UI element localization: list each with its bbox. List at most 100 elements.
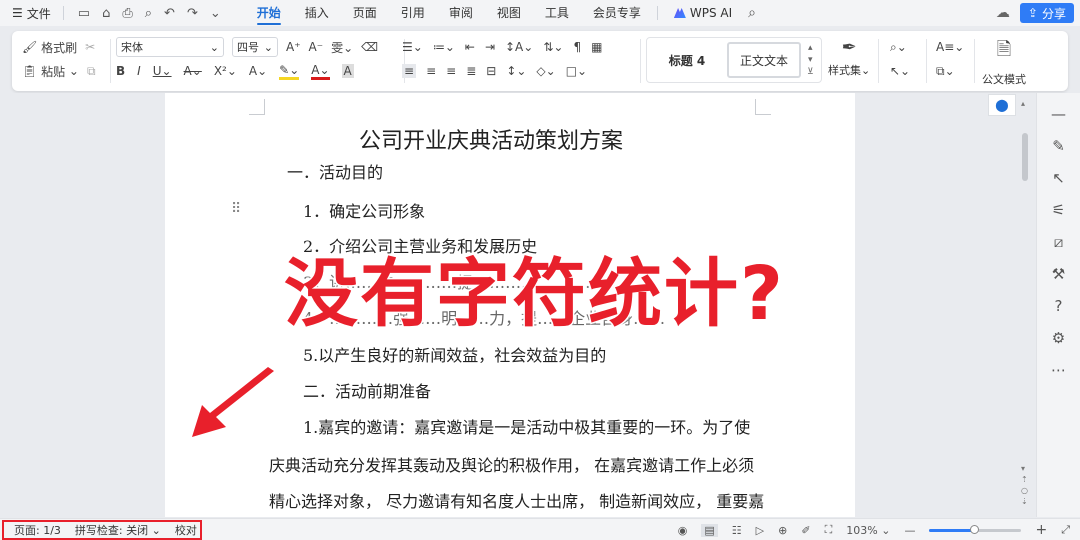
gallery-scroll[interactable]: ▴ ▾ ⊻ <box>807 42 814 78</box>
align-center-icon[interactable]: ≡ <box>426 64 436 78</box>
tab-view[interactable]: 视图 <box>485 0 533 26</box>
show-marks-icon[interactable]: ¶ <box>573 40 581 54</box>
official-mode-button[interactable]: 🗎︎ 公文模式 <box>982 37 1026 87</box>
minimize-icon[interactable]: — <box>1051 105 1066 123</box>
more-icon[interactable]: ⋯ <box>1051 361 1066 379</box>
bold-icon[interactable]: B <box>116 64 125 78</box>
style-set-button[interactable]: ✒ 样式集⌄ <box>828 37 870 78</box>
proofread-button[interactable]: 校对 <box>175 522 197 538</box>
format-painter-button[interactable]: 🖌︎ 格式刷 <box>22 39 77 56</box>
image-edit-icon[interactable]: ⧄ <box>1054 233 1064 251</box>
tools-icon[interactable]: ⚒ <box>1052 265 1065 283</box>
shading-icon[interactable]: ◇⌄ <box>536 64 555 78</box>
decrease-indent-icon[interactable]: ⇤ <box>465 40 475 54</box>
expand-gallery-icon[interactable]: ⊻ <box>807 66 814 78</box>
drag-handle-icon[interactable]: ⠿ <box>231 201 241 217</box>
borders-icon[interactable]: □⌄ <box>566 64 587 78</box>
chevron-down-icon[interactable]: ⌄ <box>210 6 221 21</box>
file-menu[interactable]: ☰ 文件 <box>0 5 59 22</box>
bullet-list-icon[interactable]: ☰⌄ <box>402 40 423 54</box>
distributed-icon[interactable]: ⊟ <box>486 64 496 78</box>
redo-icon[interactable]: ↷ <box>187 6 198 21</box>
eye-icon[interactable]: ◉ <box>678 524 688 537</box>
text-effect-icon[interactable]: A⌄ <box>249 64 267 78</box>
zoom-slider[interactable] <box>929 524 1022 534</box>
char-shading-icon[interactable]: A <box>341 64 354 78</box>
sort-icon[interactable]: ⇅⌄ <box>543 40 563 54</box>
page-view-icon[interactable]: ▤ <box>701 523 718 537</box>
paste-button[interactable]: 📋︎ 粘贴 ⌄ <box>22 63 79 80</box>
location-pin-icon[interactable]: ⬤ <box>988 94 1016 116</box>
text-tools-icon[interactable]: A≡⌄ <box>936 40 964 54</box>
zoom-in-icon[interactable]: + <box>1035 522 1047 538</box>
zoom-slider-knob[interactable] <box>969 524 979 534</box>
align-right-icon[interactable]: ≡ <box>446 64 456 78</box>
select-icon[interactable]: ↖⌄ <box>890 64 910 78</box>
vertical-scrollbar[interactable]: ▴ ▾ ⇡ ○ ⇣ <box>1018 93 1032 517</box>
print-preview-icon[interactable]: ⌕ <box>145 6 152 21</box>
expand-icon[interactable]: ⤢ <box>1061 523 1070 537</box>
page-nav-controls[interactable]: ▾ ⇡ ○ ⇣ <box>1021 463 1028 507</box>
share-button[interactable]: ⇪ 分享 <box>1019 3 1074 23</box>
edit-icon[interactable]: ✎ <box>1052 137 1065 155</box>
plugin-icon[interactable]: ⚙ <box>1052 329 1065 347</box>
font-color-icon[interactable]: A⌄ <box>311 63 330 80</box>
tab-insert[interactable]: 插入 <box>293 0 341 26</box>
cut-icon[interactable]: ✂ <box>85 40 95 54</box>
outline-view-icon[interactable]: ☷ <box>732 524 742 537</box>
overlay-caption: 没有字符统计? <box>283 250 785 339</box>
line-spacing-icon[interactable]: ↕⌄ <box>506 64 526 78</box>
tab-tools[interactable]: 工具 <box>533 0 581 26</box>
arrange-icon[interactable]: ⧉⌄ <box>936 64 955 79</box>
font-name-select[interactable]: 宋体 ⌄ <box>116 37 224 57</box>
tab-review[interactable]: 审阅 <box>437 0 485 26</box>
underline-icon[interactable]: U⌄ <box>153 64 172 78</box>
undo-icon[interactable]: ↶ <box>164 6 175 21</box>
superscript-icon[interactable]: X²⌄ <box>214 64 237 78</box>
text-direction-icon[interactable]: ↕A⌄ <box>505 40 533 54</box>
font-grow-icon[interactable]: A⁺ <box>286 40 301 54</box>
settings-sliders-icon[interactable]: ⚟ <box>1052 201 1065 219</box>
official-document-icon: 🗎︎ <box>996 39 1012 60</box>
scrollbar-thumb[interactable] <box>1022 133 1028 181</box>
select-pointer-icon[interactable]: ↖ <box>1052 169 1065 187</box>
align-left-icon[interactable]: ≡ <box>402 64 417 78</box>
print-icon[interactable]: ⎙ <box>122 6 132 21</box>
tab-references[interactable]: 引用 <box>389 0 437 26</box>
help-icon[interactable]: ? <box>1055 297 1063 315</box>
tab-wps-ai[interactable]: WPS AI <box>662 0 744 26</box>
increase-indent-icon[interactable]: ⇥ <box>485 40 495 54</box>
cloud-sync-icon[interactable]: ☁ <box>996 5 1010 21</box>
font-shrink-icon[interactable]: A⁻ <box>309 40 324 54</box>
chevron-up-icon[interactable]: ▴ <box>808 42 813 54</box>
tab-home[interactable]: 开始 <box>245 0 293 26</box>
numbered-list-icon[interactable]: ≔⌄ <box>433 40 455 54</box>
clear-format-icon[interactable]: ⌫ <box>361 40 378 54</box>
web-view-icon[interactable]: ⊕ <box>778 524 787 537</box>
search-icon[interactable]: ⌕ <box>748 5 756 21</box>
play-icon[interactable]: ▷ <box>756 524 764 537</box>
chevron-up-icon[interactable]: ▴ <box>1021 99 1025 108</box>
spell-check-toggle[interactable]: 拼写检查: 关闭 ⌄ <box>75 522 161 538</box>
pen-icon[interactable]: ✐ <box>801 524 810 537</box>
chevron-down-icon[interactable]: ▾ <box>808 54 813 66</box>
style-heading4[interactable]: 标题 4 <box>647 42 727 78</box>
find-icon[interactable]: ⌕⌄ <box>890 40 907 55</box>
justify-icon[interactable]: ≣ <box>466 64 476 78</box>
fit-page-icon[interactable]: ⛶ <box>825 523 833 537</box>
copy-icon[interactable]: ⧉ <box>87 64 96 79</box>
tab-member[interactable]: 会员专享 <box>581 0 653 26</box>
italic-icon[interactable]: I <box>137 64 141 78</box>
highlight-icon[interactable]: ✎⌄ <box>279 63 300 80</box>
strikethrough-icon[interactable]: A⌄ <box>184 64 202 78</box>
font-size-select[interactable]: 四号 ⌄ <box>232 37 278 57</box>
page-indicator[interactable]: 页面: 1/3 <box>14 522 61 538</box>
tab-page[interactable]: 页面 <box>341 0 389 26</box>
style-body-text[interactable]: 正文文本 <box>727 42 801 78</box>
phonetic-guide-icon[interactable]: 雯⌄ <box>331 39 353 56</box>
save-icon[interactable]: ▭ <box>78 6 90 21</box>
zoom-level[interactable]: 103% ⌄ <box>846 524 890 537</box>
table-border-icon[interactable]: ▦ <box>591 40 602 54</box>
zoom-out-icon[interactable]: — <box>904 524 915 537</box>
pdf-icon[interactable]: ⌂ <box>102 6 110 21</box>
